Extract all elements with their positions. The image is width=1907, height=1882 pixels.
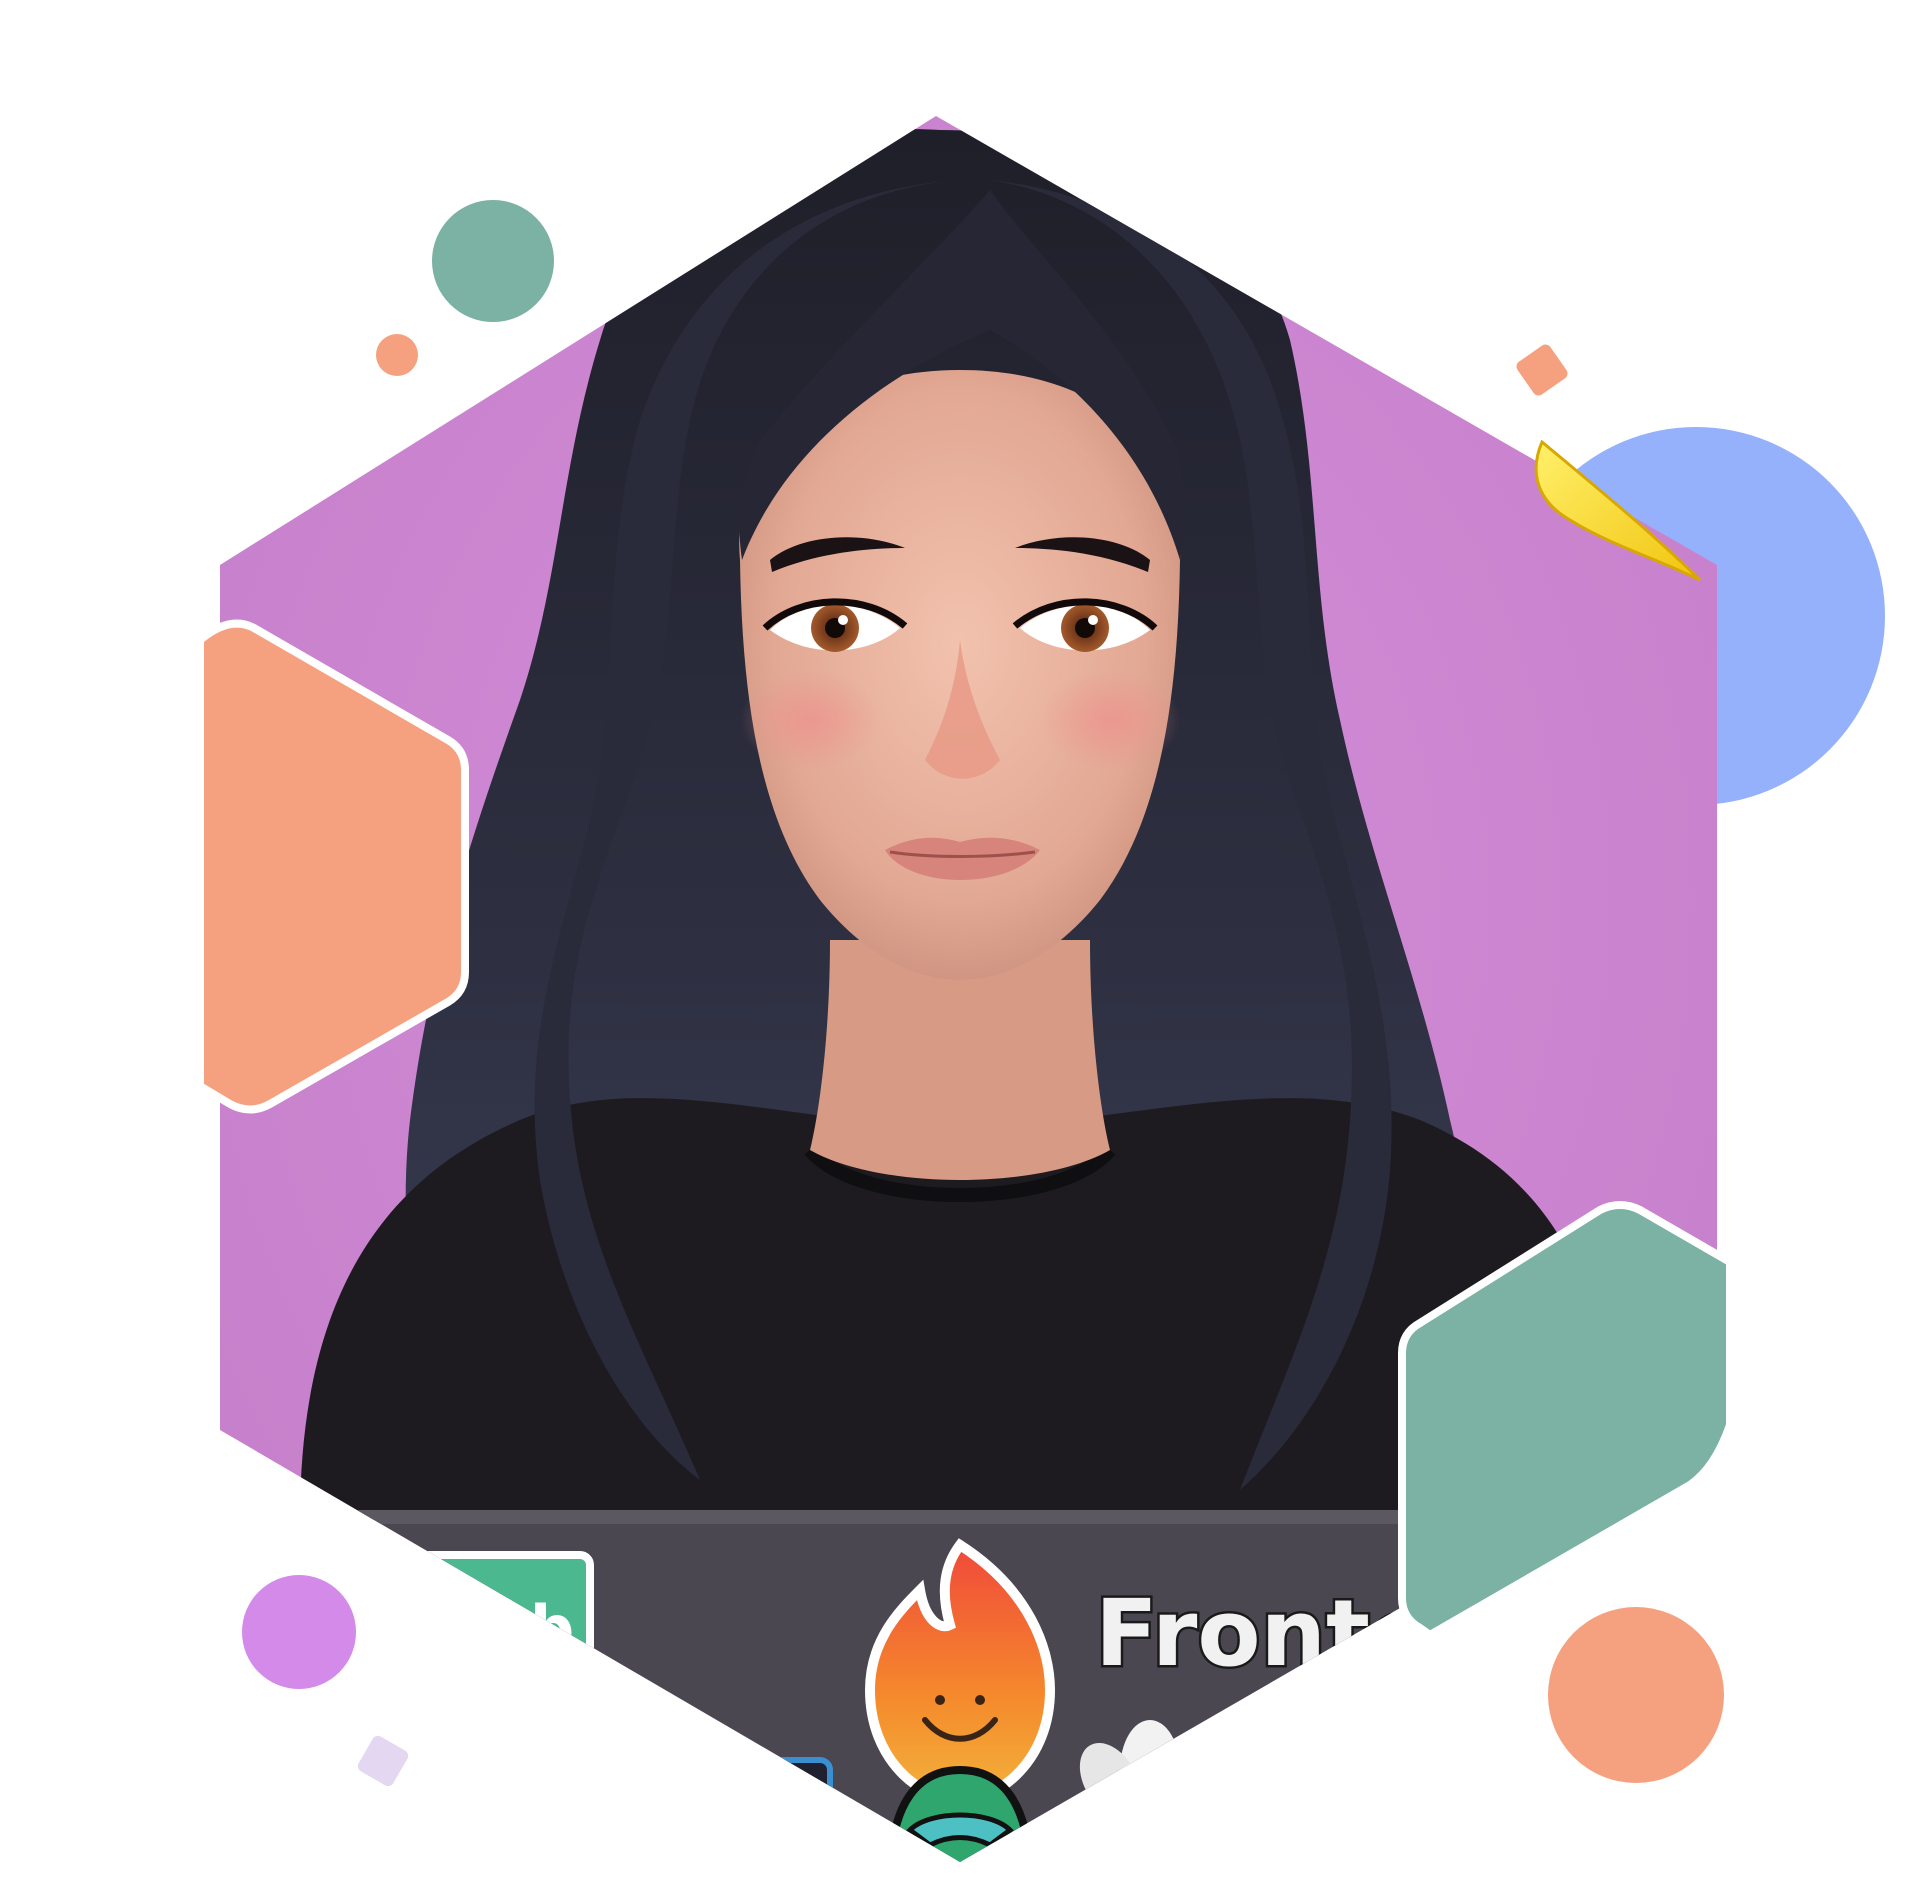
lavender-decor-diamond [357, 1735, 409, 1787]
orange-decor-dot-small [376, 334, 418, 376]
green-decor-dot [432, 200, 554, 322]
sticker-dark [737, 1757, 833, 1862]
sticker-left: ub [396, 1551, 594, 1679]
sticker-left-text: ub [486, 1592, 575, 1665]
profile-illustration: ub Fronten [196, 116, 1885, 1862]
sticker-green-small [1277, 1687, 1363, 1753]
orange-decor-diamond [1516, 344, 1568, 396]
purple-decor-dot [242, 1575, 356, 1689]
orange-decor-dot-large [1548, 1607, 1724, 1783]
